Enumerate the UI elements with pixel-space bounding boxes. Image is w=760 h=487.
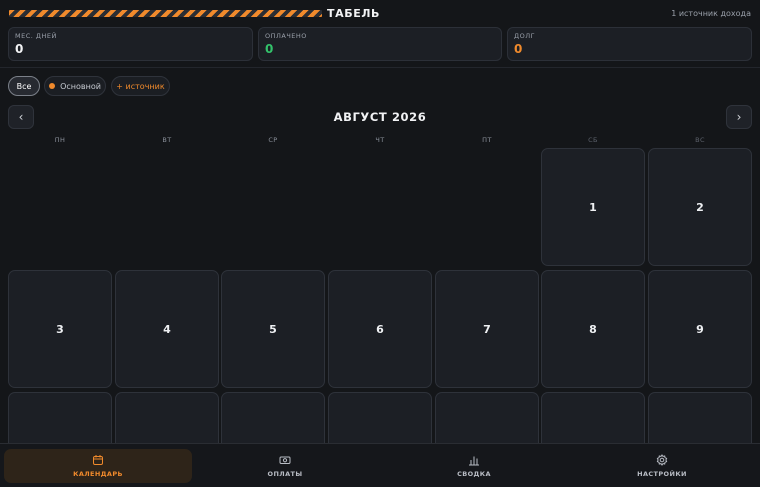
weekday-wed: СР [268,136,278,144]
nav-label: НАСТРОЙКИ [637,470,687,478]
day-number: 2 [696,200,704,214]
next-month-button[interactable]: › [726,105,752,129]
calendar-day[interactable]: 3 [8,270,112,388]
calendar-day[interactable] [221,392,325,443]
day-number: 3 [56,322,64,336]
calendar-day[interactable] [435,392,539,443]
nav-payments[interactable]: ОПЛАТЫ [191,449,379,483]
stats-row: МЕС. ДНЕЙ 0 ОПЛАЧЕНО 0 ДОЛГ 0 [8,27,752,61]
day-number: 1 [589,200,597,214]
calendar-day[interactable] [115,392,219,443]
stat-value: 0 [15,42,24,56]
day-number: 5 [269,322,277,336]
calendar-day[interactable]: 4 [115,270,219,388]
stat-debt: ДОЛГ 0 [507,27,752,61]
calendar-day[interactable]: 8 [541,270,645,388]
weekday-sat: СБ [588,136,598,144]
stat-value: 0 [265,42,274,56]
stat-label: ДОЛГ [514,32,536,40]
filter-all-chip[interactable]: Все [8,76,40,96]
nav-label: КАЛЕНДАРЬ [73,470,123,478]
source-color-dot [49,83,56,89]
weekday-tue: ВТ [162,136,172,144]
calendar-day[interactable]: 5 [221,270,325,388]
calendar-day[interactable] [648,392,752,443]
day-number: 7 [483,322,491,336]
calendar-day[interactable]: 9 [648,270,752,388]
calendar-day[interactable] [541,392,645,443]
calendar-day[interactable]: 6 [328,270,432,388]
add-source-button[interactable]: + источник [111,76,170,96]
banknote-icon [279,456,291,464]
stat-label: МЕС. ДНЕЙ [15,32,57,40]
weekday-fri: ПТ [482,136,492,144]
nav-label: СВОДКА [457,470,491,478]
calendar-day[interactable] [328,392,432,443]
day-number: 4 [163,322,171,336]
day-number: 9 [696,322,704,336]
stat-value: 0 [514,42,523,56]
nav-calendar[interactable]: КАЛЕНДАРЬ [4,449,192,483]
hazard-stripes [9,10,322,17]
calendar-day[interactable]: 1 [541,148,645,266]
divider [0,67,760,68]
calendar-day[interactable]: 7 [435,270,539,388]
page-title: ТАБЕЛЬ [327,7,381,20]
filter-main-chip[interactable]: Основной [44,76,106,96]
weekday-sun: ВС [695,136,705,144]
nav-label: ОПЛАТЫ [267,470,303,478]
weekday-thu: ЧТ [375,136,385,144]
nav-settings[interactable]: НАСТРОЙКИ [568,449,756,483]
nav-summary[interactable]: СВОДКА [380,449,568,483]
weekday-mon: ПН [54,136,66,144]
income-sources-count[interactable]: 1 источник дохода [671,9,751,18]
month-title: АВГУСТ 2026 [333,110,427,124]
header: ТАБЕЛЬ 1 источник дохода [0,0,760,26]
stat-month-days: МЕС. ДНЕЙ 0 [8,27,253,61]
stat-label: ОПЛАЧЕНО [265,32,307,40]
filter-main-label: Основной [60,81,101,91]
bottom-nav: КАЛЕНДАРЬ ОПЛАТЫ СВОДКА НАСТРОЙКИ [0,443,760,487]
calendar-day[interactable] [8,392,112,443]
day-number: 6 [376,322,384,336]
calendar-icon [93,455,103,465]
stat-paid: ОПЛАЧЕНО 0 [258,27,502,61]
bar-chart-icon [469,456,479,466]
gear-icon [656,454,668,466]
day-number: 8 [589,322,597,336]
calendar-day[interactable]: 2 [648,148,752,266]
